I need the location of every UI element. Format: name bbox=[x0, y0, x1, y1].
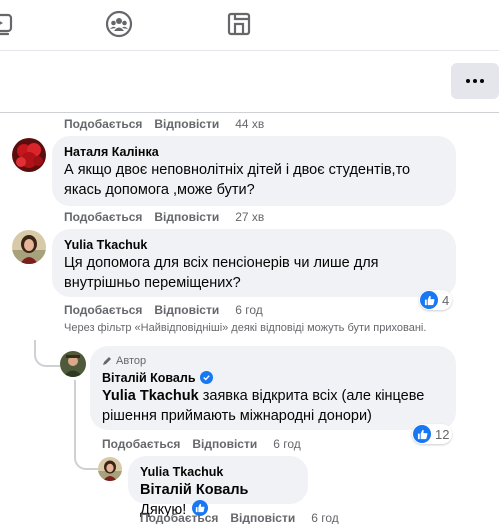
reply-link[interactable]: Відповісти bbox=[230, 511, 295, 524]
reaction-count: 4 bbox=[442, 292, 450, 308]
comment-time[interactable]: 6 год bbox=[235, 303, 263, 317]
author-badge-label: Автор bbox=[116, 355, 147, 367]
reaction-summary[interactable]: 4 bbox=[419, 290, 453, 310]
reply-link[interactable]: Відповісти bbox=[192, 437, 257, 451]
reply-author-name[interactable]: Віталій Коваль bbox=[102, 371, 196, 385]
avatar[interactable] bbox=[12, 230, 46, 264]
mention-link[interactable]: Віталій Коваль bbox=[140, 482, 248, 498]
like-link[interactable]: Подобається bbox=[140, 511, 218, 524]
top-nav-bar bbox=[0, 0, 499, 50]
gaming-icon[interactable] bbox=[225, 10, 253, 38]
thread-connector bbox=[34, 340, 60, 367]
groups-icon[interactable] bbox=[105, 10, 133, 38]
section-divider bbox=[0, 112, 499, 113]
like-link[interactable]: Подобається bbox=[64, 117, 142, 131]
reaction-summary[interactable]: 12 bbox=[412, 424, 453, 444]
reply-bubble: Yulia Tkachuk Віталій Коваль Дякую! bbox=[128, 456, 308, 518]
comment-bubble: Yulia Tkachuk Ця допомога для всіх пенсі… bbox=[52, 229, 456, 297]
comment-author[interactable]: Yulia Tkachuk bbox=[140, 464, 296, 480]
comment-actions: Подобається Відповісти 44 хв bbox=[64, 116, 264, 132]
nav-divider bbox=[0, 50, 499, 51]
mention-link[interactable]: Yulia Tkachuk bbox=[102, 388, 199, 404]
pen-icon bbox=[103, 357, 111, 365]
thread-connector bbox=[74, 380, 76, 450]
video-icon[interactable] bbox=[0, 10, 14, 38]
like-reaction-icon bbox=[420, 291, 438, 309]
avatar[interactable] bbox=[98, 457, 122, 481]
more-dot-icon bbox=[480, 79, 484, 83]
more-options-button[interactable] bbox=[451, 63, 499, 99]
comment-time[interactable]: 27 хв bbox=[235, 210, 264, 224]
comment-actions: Подобається Відповісти 6 год bbox=[140, 510, 339, 524]
comment-time[interactable]: 6 год bbox=[311, 511, 339, 524]
verified-badge-icon bbox=[199, 371, 213, 385]
comment-author[interactable]: Yulia Tkachuk bbox=[64, 237, 444, 253]
author-badge: Автор bbox=[102, 354, 444, 368]
comment-text-line: рішення приймають міжнародні донори) bbox=[102, 408, 372, 424]
more-dot-icon bbox=[466, 79, 470, 83]
like-link[interactable]: Подобається bbox=[102, 437, 180, 451]
avatar[interactable] bbox=[60, 351, 86, 377]
comment-text-line: якась допомога ,може бути? bbox=[64, 182, 255, 198]
thread-connector bbox=[74, 448, 98, 470]
comment-bubble: Наталя Калінка А якщо двоє неповнолітніх… bbox=[52, 136, 456, 206]
comment-text-line: А якщо двоє неповнолітніх дітей і двоє с… bbox=[64, 162, 411, 178]
like-reaction-icon bbox=[413, 425, 431, 443]
reply-link[interactable]: Відповісти bbox=[154, 210, 219, 224]
comment-time[interactable]: 6 год bbox=[273, 437, 301, 451]
comment-text: заявка відкрита всіх (але кінцеве bbox=[198, 388, 425, 404]
comment-text-line: внутрішньо переміщених? bbox=[64, 275, 241, 291]
comment-actions: Подобається Відповісти 6 год bbox=[102, 436, 301, 452]
comment-actions: Подобається Відповісти 6 год bbox=[64, 302, 263, 318]
reply-bubble: Автор Віталій Коваль Yulia Tkachuk заявк… bbox=[90, 346, 456, 430]
comment-author[interactable]: Наталя Калінка bbox=[64, 144, 444, 160]
filter-note: Через фільтр «Найвідповідніші» деякі від… bbox=[64, 322, 427, 334]
reply-link[interactable]: Відповісти bbox=[154, 117, 219, 131]
reaction-count: 12 bbox=[435, 426, 450, 442]
more-dot-icon bbox=[473, 79, 477, 83]
avatar[interactable] bbox=[12, 138, 46, 172]
like-link[interactable]: Подобається bbox=[64, 303, 142, 317]
comment-text-line: Ця допомога для всіх пенсіонерів чи лише… bbox=[64, 255, 379, 271]
reply-link[interactable]: Відповісти bbox=[154, 303, 219, 317]
comment-actions: Подобається Відповісти 27 хв bbox=[64, 209, 264, 225]
comment-author: Віталій Коваль bbox=[102, 370, 444, 386]
comment-text-line: Yulia Tkachuk заявка відкрита всіх (але … bbox=[102, 386, 444, 406]
like-link[interactable]: Подобається bbox=[64, 210, 142, 224]
comment-time[interactable]: 44 хв bbox=[235, 117, 264, 131]
